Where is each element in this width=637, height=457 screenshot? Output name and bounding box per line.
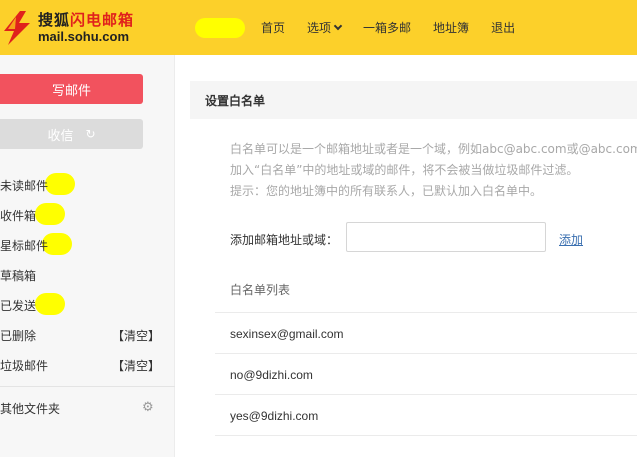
nav-multi-mailbox[interactable]: 一箱多邮 bbox=[363, 19, 411, 36]
description-line: 加入“白名单”中的地址或域的邮件，将不会被当做垃圾邮件过滤。 bbox=[230, 163, 579, 177]
folder-spam[interactable]: 垃圾邮件 【清空】 bbox=[0, 355, 160, 375]
highlight-mark bbox=[45, 173, 75, 195]
nav-home[interactable]: 首页 bbox=[261, 19, 285, 36]
logo-title: 搜狐闪电邮箱 bbox=[38, 11, 135, 29]
other-folders[interactable]: 其他文件夹 bbox=[0, 398, 160, 418]
folder-starred[interactable]: 星标邮件 bbox=[0, 233, 160, 255]
chevron-down-icon bbox=[333, 21, 343, 31]
whitelist-entry[interactable]: no@9dizhi.com bbox=[230, 368, 313, 382]
whitelist-entry[interactable]: sexinsex@gmail.com bbox=[230, 327, 344, 341]
compose-button[interactable]: 写邮件 bbox=[0, 74, 143, 104]
whitelist-title: 白名单列表 bbox=[230, 283, 291, 297]
sidebar: 写邮件 收信 ↻ 未读邮件 收件箱 星标邮件 草稿箱 已发送 已删除 【清空】 … bbox=[0, 55, 175, 457]
top-header: 搜狐闪电邮箱 mail.sohu.com 首页 选项 一箱多邮 地址簿 退出 bbox=[0, 0, 637, 55]
gear-icon[interactable]: ⚙ bbox=[142, 400, 156, 415]
whitelist-settings-panel: 设置白名单 白名单可以是一个邮箱地址或者是一个域，例如abc@abc.com或@… bbox=[175, 55, 637, 457]
folder-deleted[interactable]: 已删除 【清空】 bbox=[0, 325, 160, 345]
logo-url: mail.sohu.com bbox=[38, 29, 130, 44]
folder-sent[interactable]: 已发送 bbox=[0, 293, 160, 315]
hint-line: 提示：您的地址簿中的所有联系人，已默认加入白名单中。 bbox=[230, 184, 543, 198]
nav-options[interactable]: 选项 bbox=[307, 19, 343, 36]
clear-spam-button[interactable]: 【清空】 bbox=[112, 357, 160, 374]
refresh-icon: ↻ bbox=[85, 127, 96, 141]
lightning-logo-icon bbox=[4, 11, 30, 45]
folder-inbox[interactable]: 收件箱 bbox=[0, 203, 160, 225]
add-link[interactable]: 添加 bbox=[559, 231, 583, 248]
page-title: 设置白名单 bbox=[190, 81, 637, 119]
list-divider bbox=[215, 353, 637, 354]
folder-unread[interactable]: 未读邮件 bbox=[0, 173, 160, 195]
folder-drafts[interactable]: 草稿箱 bbox=[0, 265, 160, 285]
highlight-mark bbox=[35, 293, 65, 315]
list-divider bbox=[215, 312, 637, 313]
list-divider bbox=[215, 435, 637, 436]
redacted-username bbox=[195, 18, 245, 38]
clear-deleted-button[interactable]: 【清空】 bbox=[112, 327, 160, 344]
sidebar-divider bbox=[0, 386, 175, 387]
add-address-input[interactable] bbox=[346, 222, 546, 252]
description-line: 白名单可以是一个邮箱地址或者是一个域，例如abc@abc.com或@abc.co… bbox=[230, 142, 637, 156]
add-address-label: 添加邮箱地址或域： bbox=[230, 233, 339, 247]
nav-address-book[interactable]: 地址簿 bbox=[433, 19, 469, 36]
whitelist-entry[interactable]: yes@9dizhi.com bbox=[230, 409, 318, 423]
top-nav: 首页 选项 一箱多邮 地址簿 退出 bbox=[250, 0, 526, 55]
nav-logout[interactable]: 退出 bbox=[491, 19, 515, 36]
list-divider bbox=[215, 394, 637, 395]
sohu-mail-logo[interactable]: 搜狐闪电邮箱 mail.sohu.com bbox=[2, 9, 140, 47]
highlight-mark bbox=[35, 203, 65, 225]
receive-button[interactable]: 收信 ↻ bbox=[0, 119, 143, 149]
